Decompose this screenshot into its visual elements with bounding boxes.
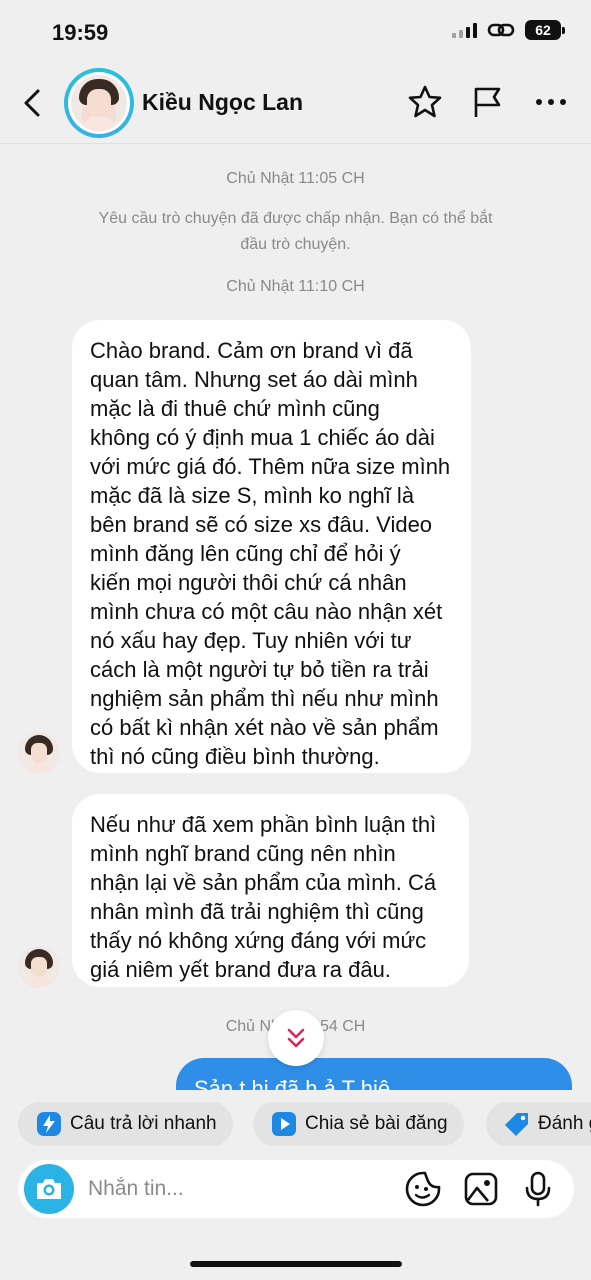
- message-timestamp: Chủ Nhật 11:05 CH: [226, 170, 365, 187]
- review-chip[interactable]: Đánh g: [486, 1102, 591, 1146]
- gallery-icon[interactable]: [462, 1170, 500, 1208]
- quick-reply-chip[interactable]: Câu trả lời nhanh: [18, 1102, 233, 1146]
- chevron-double-down-icon: [287, 1028, 305, 1048]
- battery-indicator: 62: [525, 20, 565, 40]
- incoming-message[interactable]: Nếu như đã xem phần bình luận thì mình n…: [72, 794, 469, 987]
- contact-avatar[interactable]: [64, 68, 134, 138]
- message-timestamp: Chủ Nhật 11:10 CH: [226, 278, 365, 295]
- back-button[interactable]: [18, 86, 48, 120]
- message-composer: [18, 1160, 574, 1218]
- star-icon[interactable]: [407, 84, 443, 120]
- camera-button[interactable]: [24, 1164, 74, 1214]
- message-input[interactable]: [88, 1175, 388, 1203]
- avatar-image: [71, 75, 127, 131]
- flag-icon[interactable]: [470, 84, 506, 120]
- share-post-chip[interactable]: Chia sẻ bài đăng: [253, 1102, 464, 1146]
- status-icons: 62: [452, 20, 565, 40]
- incoming-message[interactable]: Chào brand. Cảm ơn brand vì đã quan tâm.…: [72, 320, 471, 773]
- more-options-icon[interactable]: [533, 84, 569, 120]
- chip-label: Câu trả lời nhanh: [70, 1113, 217, 1134]
- sticker-icon[interactable]: [404, 1170, 442, 1208]
- chip-label: Đánh g: [538, 1113, 591, 1134]
- status-bar: 19:59 62: [0, 0, 591, 62]
- chat-header: Kiều Ngọc Lan: [0, 62, 591, 144]
- quick-actions-bar: Câu trả lời nhanh Chia sẻ bài đăng Đánh …: [0, 1090, 591, 1156]
- sender-avatar[interactable]: [18, 732, 60, 774]
- status-time: 19:59: [52, 20, 109, 45]
- microphone-icon[interactable]: [519, 1170, 557, 1208]
- scroll-to-bottom-button[interactable]: [268, 1010, 324, 1066]
- system-message: Yêu cầu trò chuyện đã được chấp nhận. Bạ…: [98, 210, 493, 253]
- tag-icon: [505, 1113, 528, 1136]
- play-icon: [272, 1112, 296, 1136]
- chip-label: Chia sẻ bài đăng: [305, 1113, 448, 1134]
- link-icon: [487, 23, 515, 37]
- contact-name[interactable]: Kiều Ngọc Lan: [142, 89, 303, 116]
- lightning-icon: [37, 1112, 61, 1136]
- home-indicator: [190, 1261, 402, 1267]
- camera-icon: [37, 1179, 61, 1199]
- sender-avatar[interactable]: [18, 946, 60, 988]
- signal-icon: [452, 22, 477, 38]
